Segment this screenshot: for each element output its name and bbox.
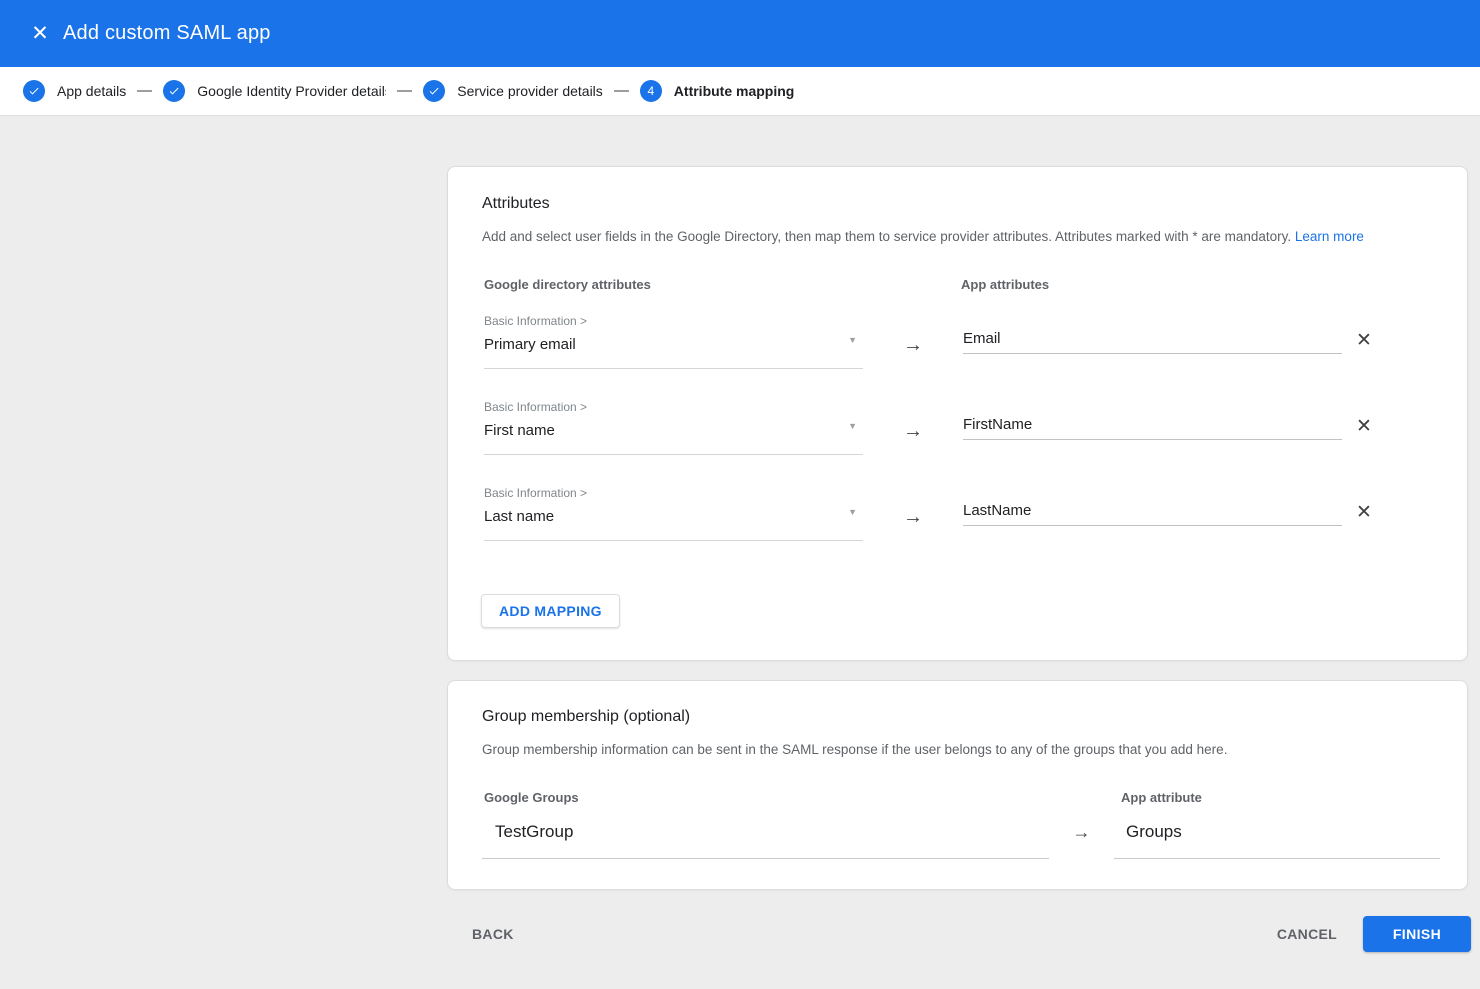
group-arrow-spacer bbox=[1049, 790, 1114, 806]
chevron-down-icon: ▼ bbox=[848, 421, 857, 431]
finish-button[interactable]: FINISH bbox=[1363, 916, 1471, 952]
step-number-badge: 4 bbox=[640, 80, 662, 102]
attributes-card-title: Attributes bbox=[482, 194, 1433, 213]
step-separator bbox=[137, 90, 152, 92]
app-attribute-input[interactable] bbox=[963, 416, 1342, 440]
attribute-category-label: Basic Information > bbox=[484, 313, 863, 329]
attribute-field-value: Last name bbox=[484, 507, 863, 527]
group-column-headers: Google Groups App attribute bbox=[482, 790, 1433, 806]
maps-to-arrow-icon: → bbox=[1049, 823, 1114, 859]
dialog-title: Add custom SAML app bbox=[63, 22, 271, 45]
app-attribute-input[interactable] bbox=[963, 502, 1342, 526]
maps-to-arrow-icon: → bbox=[863, 507, 963, 541]
group-app-attribute-header: App attribute bbox=[1114, 790, 1440, 806]
maps-to-arrow-icon: → bbox=[863, 421, 963, 455]
step-complete-check-icon bbox=[23, 80, 45, 102]
main-content: Attributes Add and select user fields in… bbox=[0, 116, 1480, 952]
wizard-footer: BACK CANCEL FINISH bbox=[447, 916, 1471, 952]
step-app-details[interactable]: App details bbox=[23, 80, 126, 102]
remove-mapping-cell: ✕ bbox=[1342, 331, 1402, 369]
google-directory-attributes-header: Google directory attributes bbox=[482, 277, 961, 293]
attribute-mapping-row: Basic Information > Last name ▼ → ✕ bbox=[484, 485, 1433, 541]
directory-attribute-select[interactable]: Basic Information > Last name ▼ bbox=[484, 485, 863, 541]
app-attribute-input-wrap bbox=[963, 416, 1342, 455]
attribute-mapping-row: Basic Information > First name ▼ → ✕ bbox=[484, 399, 1433, 455]
group-membership-description: Group membership information can be sent… bbox=[482, 741, 1433, 759]
learn-more-link[interactable]: Learn more bbox=[1295, 229, 1364, 244]
remove-mapping-icon[interactable]: ✕ bbox=[1356, 331, 1372, 350]
maps-to-arrow-icon: → bbox=[863, 335, 963, 369]
directory-attribute-select[interactable]: Basic Information > Primary email ▼ bbox=[484, 313, 863, 369]
cancel-button[interactable]: CANCEL bbox=[1277, 926, 1337, 942]
remove-mapping-cell: ✕ bbox=[1342, 503, 1402, 541]
attributes-card: Attributes Add and select user fields in… bbox=[447, 166, 1468, 661]
group-app-attribute-input[interactable] bbox=[1126, 820, 1440, 844]
group-membership-title: Group membership (optional) bbox=[482, 707, 1433, 726]
app-attribute-input[interactable] bbox=[963, 330, 1342, 354]
close-icon[interactable]: ✕ bbox=[21, 15, 59, 53]
remove-mapping-icon[interactable]: ✕ bbox=[1356, 503, 1372, 522]
back-button[interactable]: BACK bbox=[472, 926, 514, 942]
step-label: Service provider details bbox=[457, 83, 603, 99]
step-complete-check-icon bbox=[423, 80, 445, 102]
step-google-idp-details[interactable]: Google Identity Provider details bbox=[163, 80, 386, 102]
dialog-header: ✕ Add custom SAML app bbox=[0, 0, 1480, 67]
google-groups-field-wrap bbox=[482, 820, 1049, 859]
remove-mapping-icon[interactable]: ✕ bbox=[1356, 417, 1372, 436]
chevron-down-icon: ▼ bbox=[848, 335, 857, 345]
attribute-mapping-row: Basic Information > Primary email ▼ → ✕ bbox=[484, 313, 1433, 369]
remove-mapping-cell: ✕ bbox=[1342, 417, 1402, 455]
directory-attribute-select[interactable]: Basic Information > First name ▼ bbox=[484, 399, 863, 455]
attribute-mapping-rows: Basic Information > Primary email ▼ → ✕ … bbox=[482, 313, 1433, 541]
step-label: App details bbox=[57, 83, 126, 99]
step-separator bbox=[397, 90, 412, 92]
attribute-column-headers: Google directory attributes App attribut… bbox=[482, 277, 1433, 293]
step-attribute-mapping[interactable]: 4 Attribute mapping bbox=[640, 80, 795, 102]
google-groups-input[interactable] bbox=[495, 820, 1049, 844]
step-complete-check-icon bbox=[163, 80, 185, 102]
attribute-category-label: Basic Information > bbox=[484, 485, 863, 501]
attributes-card-description: Add and select user fields in the Google… bbox=[482, 228, 1433, 246]
chevron-down-icon: ▼ bbox=[848, 507, 857, 517]
step-separator bbox=[614, 90, 629, 92]
group-app-attribute-field-wrap bbox=[1114, 820, 1440, 859]
attribute-field-value: Primary email bbox=[484, 335, 863, 355]
step-service-provider-details[interactable]: Service provider details bbox=[423, 80, 603, 102]
add-mapping-button[interactable]: ADD MAPPING bbox=[481, 594, 620, 628]
attribute-field-value: First name bbox=[484, 421, 863, 441]
step-label: Attribute mapping bbox=[674, 83, 795, 99]
google-groups-header: Google Groups bbox=[482, 790, 1049, 806]
group-membership-card: Group membership (optional) Group member… bbox=[447, 680, 1468, 890]
app-attributes-header: App attributes bbox=[961, 277, 1433, 293]
app-attribute-input-wrap bbox=[963, 502, 1342, 541]
attributes-description-text: Add and select user fields in the Google… bbox=[482, 229, 1291, 244]
group-mapping-row: → bbox=[482, 820, 1433, 859]
attribute-category-label: Basic Information > bbox=[484, 399, 863, 415]
wizard-stepper: App details Google Identity Provider det… bbox=[0, 67, 1480, 116]
app-attribute-input-wrap bbox=[963, 330, 1342, 369]
step-label: Google Identity Provider details bbox=[197, 83, 386, 99]
